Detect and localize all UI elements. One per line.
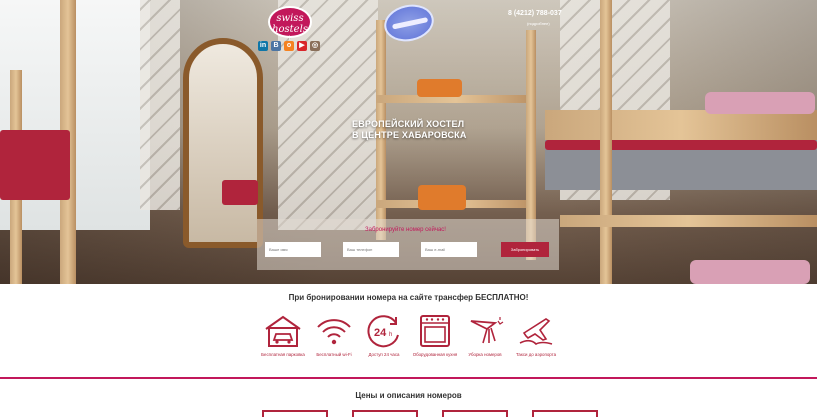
- feature-taxi: Такси до аэропорта: [510, 313, 562, 357]
- svg-text:h: h: [389, 332, 392, 338]
- feature-kitchen: Оборудованная кухня: [409, 313, 461, 357]
- features-row: Бесплатная парковка Бесплатный wi-Fi 24 …: [0, 313, 817, 373]
- feature-parking: Бесплатная парковка: [257, 313, 309, 357]
- booking-title: Забронируйте номер сейчас!: [365, 227, 446, 233]
- oven-icon: [420, 315, 450, 347]
- feature-label: Уборка номеров: [468, 352, 502, 357]
- feature-label: Доступ 24 часа: [368, 352, 400, 357]
- transfer-banner: При бронировании номера на сайте трансфе…: [288, 293, 529, 302]
- feature-wifi: Бесплатный wi-Fi: [308, 313, 360, 357]
- room-card[interactable]: [262, 410, 328, 417]
- feature-cleaning: Уборка номеров: [459, 313, 511, 357]
- instagram-icon[interactable]: ◎: [310, 41, 320, 51]
- hero-headline: ЕВРОПЕЙСКИЙ ХОСТЕЛ В ЦЕНТРЕ ХАБАРОВСКА: [352, 119, 467, 141]
- feature-label: Бесплатный wi-Fi: [316, 352, 352, 357]
- room-card[interactable]: [532, 410, 598, 417]
- social-links: in В о ▶ ◎: [258, 41, 320, 51]
- mirror: [183, 38, 263, 248]
- room-card[interactable]: [442, 410, 508, 417]
- wifi-icon: [317, 319, 351, 345]
- name-input[interactable]: [265, 242, 321, 257]
- bunk-bed-right-post: [600, 0, 612, 284]
- youtube-icon[interactable]: ▶: [297, 41, 307, 51]
- cleaning-icon: [470, 317, 504, 344]
- bunk-bed-right-rail: [560, 215, 817, 227]
- odnoklassniki-icon[interactable]: о: [284, 41, 294, 51]
- email-input[interactable]: [421, 242, 477, 257]
- headline-line-1: ЕВРОПЕЙСКИЙ ХОСТЕЛ: [352, 119, 465, 129]
- section-divider: [0, 377, 817, 379]
- 24h-icon: 24 h: [367, 315, 399, 348]
- phone-number[interactable]: 8 (4212) 788-037: [508, 10, 562, 17]
- headline-line-2: В ЦЕНТРЕ ХАБАРОВСКА: [352, 130, 467, 140]
- logo-text-top: swiss: [276, 13, 304, 24]
- bunk-bed-left-mattress: [0, 130, 70, 200]
- feature-label: Такси до аэропорта: [515, 352, 557, 357]
- towel-stack: [417, 79, 462, 97]
- airplane-icon: [519, 318, 553, 345]
- parking-garage-icon: [265, 315, 301, 347]
- bunk-bed-right-rail: [545, 110, 817, 140]
- feature-label: Бесплатная парковка: [261, 352, 305, 357]
- svg-text:24: 24: [374, 327, 387, 339]
- phone-input[interactable]: [343, 242, 399, 257]
- towel-stack: [418, 185, 466, 210]
- prices-section-title: Цены и описания номеров: [355, 391, 462, 400]
- room-card[interactable]: [352, 410, 418, 417]
- pillow: [705, 92, 815, 114]
- phone-details-link[interactable]: (подробнее): [527, 21, 550, 26]
- vk-icon[interactable]: В: [271, 41, 281, 51]
- mirror-reflection-bed: [222, 180, 258, 205]
- feature-24h: 24 h Доступ 24 часа: [358, 313, 410, 357]
- pillow: [690, 260, 810, 284]
- book-button[interactable]: Забронировать: [501, 242, 549, 257]
- booking-form: Забронируйте номер сейчас! Забронировать: [257, 219, 559, 270]
- bunk-bed-right-frill: [545, 140, 817, 150]
- feature-label: Оборудованная кухня: [412, 352, 458, 357]
- curtain-left: [140, 0, 180, 210]
- linkedin-icon[interactable]: in: [258, 41, 268, 51]
